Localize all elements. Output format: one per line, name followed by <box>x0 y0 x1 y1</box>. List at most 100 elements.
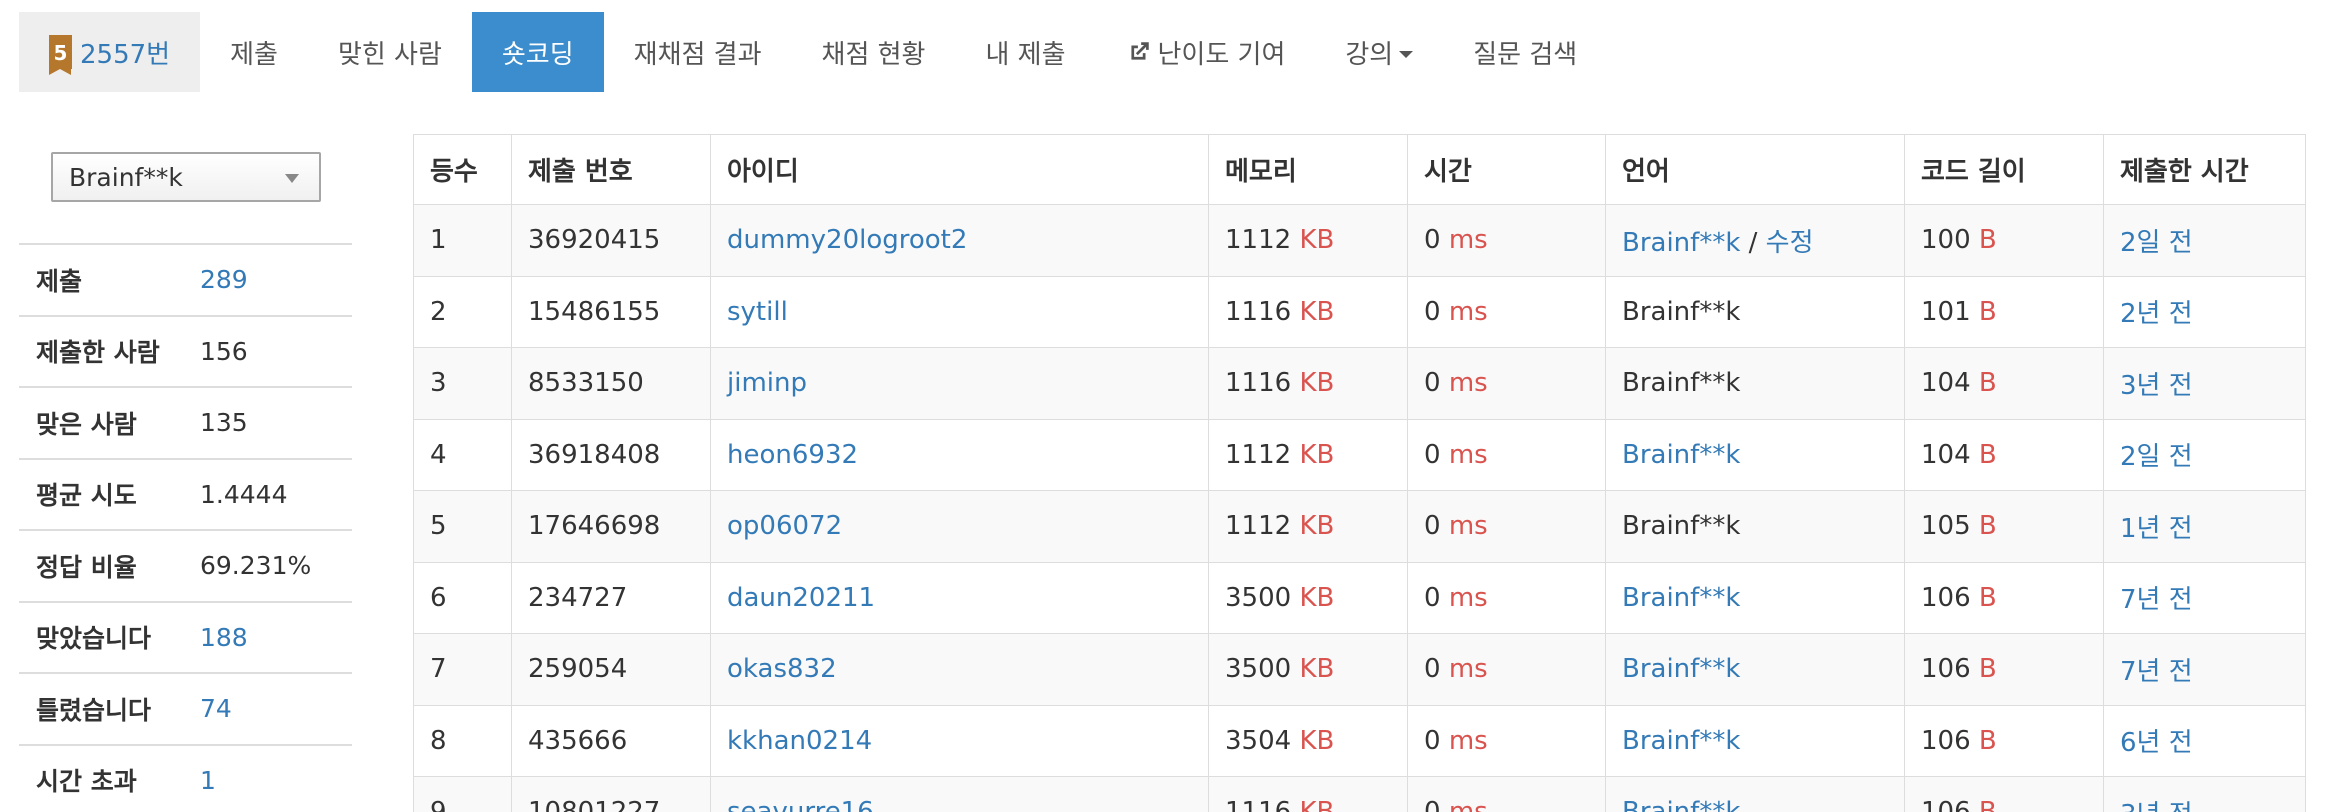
table-row: 7 259054 okas832 3500 KB 0 ms Brainf**k 106 B7… <box>413 633 2306 706</box>
submission-id-cell: 36920415 <box>511 204 711 277</box>
stat-value: 156 <box>200 336 248 366</box>
time-unit: ms <box>1448 368 1488 399</box>
nav-lecture-label: 강의 <box>1345 39 1394 70</box>
submitted-time-link[interactable]: 1년 전 <box>2120 514 2193 544</box>
memory-unit: KB <box>1299 225 1335 256</box>
time-cell: 0 ms <box>1407 490 1606 563</box>
code-length-value: 101 <box>1921 296 1971 327</box>
code-length-value: 104 <box>1921 439 1971 470</box>
submission-id-cell: 8533150 <box>511 347 711 420</box>
language-source-link[interactable]: Brainf**k <box>1622 797 1740 812</box>
code-length-unit: B <box>1978 511 1997 542</box>
rank-value: 4 <box>430 439 447 470</box>
time-unit: ms <box>1448 582 1488 613</box>
submitted-time-link[interactable]: 3년 전 <box>2120 800 2193 812</box>
language-select-value: Brainf**k <box>69 162 183 192</box>
nav-problem[interactable]: 5 2557번 <box>19 12 201 92</box>
stat-value[interactable]: 1 <box>200 766 216 795</box>
submission-id-cell: 36918408 <box>511 418 711 491</box>
nav-difficulty[interactable]: 난이도 기여 <box>1096 12 1316 92</box>
user-link[interactable]: kkhan0214 <box>727 726 872 756</box>
time-value: 0 <box>1424 296 1441 327</box>
stat-value[interactable]: 188 <box>200 623 248 652</box>
memory-cell: 1116 KB <box>1208 275 1408 348</box>
language-source-link[interactable]: Brainf**k <box>1622 654 1740 684</box>
submission-id-cell: 435666 <box>511 704 711 777</box>
rank-value: 2 <box>430 296 447 327</box>
submission-id: 15486155 <box>528 296 661 327</box>
language-label: Brainf**k <box>1622 511 1741 542</box>
user-link[interactable]: jiminp <box>727 368 807 398</box>
rank-cell: 1 <box>413 204 512 277</box>
submission-id-cell: 17646698 <box>511 490 711 563</box>
code-length-cell: 105 B <box>1904 490 2104 563</box>
column-header: 제출한 시간 <box>2103 134 2306 205</box>
submitted-time-cell: 7년 전 <box>2103 633 2306 706</box>
memory-cell: 1112 KB <box>1208 418 1408 491</box>
code-length-value: 106 <box>1921 725 1971 756</box>
level-badge-icon: 5 <box>49 35 72 75</box>
nav-shortcoding[interactable]: 숏코딩 <box>471 12 604 92</box>
language-source-link[interactable]: Brainf**k <box>1622 726 1740 756</box>
user-link[interactable]: seavurre16 <box>727 797 874 812</box>
user-link[interactable]: op06072 <box>727 511 842 541</box>
submitted-time-link[interactable]: 2일 전 <box>2120 442 2193 472</box>
submitted-time-link[interactable]: 2일 전 <box>2120 228 2193 258</box>
user-link[interactable]: sytill <box>727 297 788 327</box>
column-header: 아이디 <box>710 134 1209 205</box>
submitted-time-link[interactable]: 7년 전 <box>2120 585 2193 615</box>
time-unit: ms <box>1448 225 1488 256</box>
time-cell: 0 ms <box>1407 204 1606 277</box>
column-header: 메모리 <box>1208 134 1408 205</box>
nav-question-search[interactable]: 질문 검색 <box>1443 12 1607 92</box>
code-length-value: 100 <box>1921 225 1971 256</box>
submitted-time-link[interactable]: 2년 전 <box>2120 299 2193 329</box>
submitted-time-link[interactable]: 7년 전 <box>2120 657 2193 687</box>
nav-my-submissions[interactable]: 내 제출 <box>955 12 1095 92</box>
stat-row: 시간 초과 1 <box>19 746 352 812</box>
column-header: 코드 길이 <box>1904 134 2104 205</box>
nav-solvers[interactable]: 맞힌 사람 <box>308 12 472 92</box>
user-link[interactable]: heon6932 <box>727 440 858 470</box>
stat-value[interactable]: 289 <box>200 265 248 294</box>
submitted-time-link[interactable]: 3년 전 <box>2120 371 2193 401</box>
user-link[interactable]: dummy20logroot2 <box>727 225 967 255</box>
nav-rejudge[interactable]: 재채점 결과 <box>604 12 792 92</box>
column-header: 등수 <box>413 134 512 205</box>
column-header: 언어 <box>1605 134 1905 205</box>
stat-value[interactable]: 74 <box>200 694 232 723</box>
nav-judging-status[interactable]: 채점 현황 <box>792 12 956 92</box>
stat-label: 맞았습니다 <box>36 624 152 654</box>
memory-value: 1116 <box>1225 797 1291 812</box>
language-cell: Brainf**k <box>1605 418 1905 491</box>
code-length-value: 106 <box>1921 582 1971 613</box>
nav-lecture-dropdown[interactable]: 강의 <box>1315 12 1443 92</box>
shortcoding-table-wrap: 등수 제출 번호 아이디 메모리 시간 언어 코드 길이 제출한 시간 1 36920415 du… <box>413 134 2306 812</box>
edit-link[interactable]: 수정 <box>1766 228 1814 258</box>
user-cell: dummy20logroot2 <box>710 204 1209 277</box>
rank-value: 1 <box>430 225 447 256</box>
nav-submit[interactable]: 제출 <box>200 12 308 92</box>
user-link[interactable]: daun20211 <box>727 583 875 613</box>
table-row: 8 435666 kkhan0214 3504 KB 0 ms Brainf**k 106 … <box>413 704 2306 777</box>
rank-value: 6 <box>430 582 447 613</box>
language-source-link[interactable]: Brainf**k <box>1622 228 1740 258</box>
time-cell: 0 ms <box>1407 561 1606 634</box>
memory-unit: KB <box>1299 654 1335 685</box>
stat-row: 맞은 사람 135 <box>19 388 352 460</box>
nav-problem-label: 2557번 <box>80 39 171 70</box>
submitted-time-link[interactable]: 6년 전 <box>2120 728 2193 758</box>
memory-unit: KB <box>1299 797 1334 812</box>
memory-value: 3504 <box>1225 725 1292 756</box>
language-select[interactable]: Brainf**k <box>51 152 321 202</box>
submission-id-cell: 234727 <box>511 561 711 634</box>
language-source-link[interactable]: Brainf**k <box>1622 583 1740 613</box>
time-value: 0 <box>1424 725 1441 756</box>
language-source-link[interactable]: Brainf**k <box>1622 440 1740 470</box>
time-unit: ms <box>1448 725 1488 756</box>
user-link[interactable]: okas832 <box>727 654 837 684</box>
caret-down-icon <box>1399 50 1414 58</box>
code-length-unit: B <box>1978 582 1997 613</box>
external-link-icon <box>1130 42 1149 60</box>
language-cell: Brainf**k <box>1605 275 1905 348</box>
